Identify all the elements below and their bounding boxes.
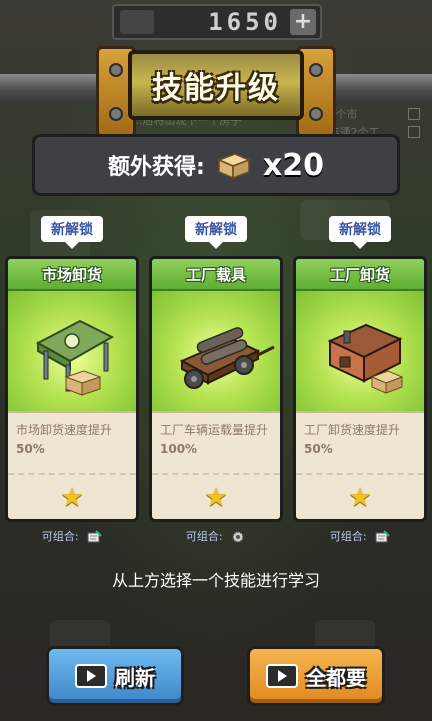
skill-desc-value: 100% xyxy=(160,442,198,456)
instruction-text: 从上方选择一个技能进行学习 xyxy=(111,571,320,590)
skill-card-star-row: ★ xyxy=(152,475,280,519)
skill-card-body[interactable]: 工厂载具 工厂车辆运载量提升 100% ★ xyxy=(149,256,283,522)
add-currency-button[interactable]: + xyxy=(290,9,316,35)
skill-card-body[interactable]: 市场卸货 市场卸货速度提升 50% ★ xyxy=(5,256,139,522)
video-ad-icon xyxy=(266,664,298,688)
gear-icon xyxy=(232,531,244,543)
counter-value: 1650 xyxy=(208,8,282,36)
skill-card-art xyxy=(152,291,280,413)
skill-card-art xyxy=(8,291,136,413)
skill-desc-value: 50% xyxy=(304,442,333,456)
screw-icon xyxy=(109,63,123,77)
document-pen-icon xyxy=(375,530,390,543)
combo-info: 可组合: xyxy=(293,528,427,544)
skill-card-header: 工厂卸货 xyxy=(296,259,424,291)
combo-label: 可组合: xyxy=(41,530,79,543)
new-unlock-tag: 新解锁 xyxy=(185,216,247,242)
bg-checkbox xyxy=(408,126,420,138)
refresh-button[interactable]: 刷新 xyxy=(46,646,184,706)
new-unlock-tag: 新解锁 xyxy=(41,216,103,242)
skill-card-header: 市场卸货 xyxy=(8,259,136,291)
skill-card-star-row: ★ xyxy=(8,475,136,519)
skill-card-title: 工厂卸货 xyxy=(329,265,390,284)
skill-desc-text: 工厂卸货速度提升 xyxy=(304,423,401,437)
page-title: 技能升级 xyxy=(152,71,280,106)
bg-checkbox xyxy=(408,108,420,120)
skill-card-art xyxy=(296,291,424,413)
star-icon: ★ xyxy=(204,483,228,513)
star-icon: ★ xyxy=(348,483,372,513)
skill-card-title: 市场卸货 xyxy=(41,265,102,284)
screw-icon xyxy=(309,107,323,121)
skill-card-description: 工厂车辆运载量提升 100% xyxy=(152,413,280,475)
combo-label: 可组合: xyxy=(185,530,223,543)
skill-card-header: 工厂载具 xyxy=(152,259,280,291)
star-icon: ★ xyxy=(60,483,84,513)
skill-desc-value: 50% xyxy=(16,442,45,456)
combo-label: 可组合: xyxy=(329,530,367,543)
combo-info: 可组合: xyxy=(149,528,283,544)
factory-house-icon xyxy=(327,323,404,394)
skill-card-star-row: ★ xyxy=(296,475,424,519)
take-all-button[interactable]: 全都要 xyxy=(247,646,385,706)
skill-card-description: 市场卸货速度提升 50% xyxy=(8,413,136,475)
extra-reward-label: 额外获得: xyxy=(108,155,205,180)
extra-reward-bar: 额外获得: x20 xyxy=(32,134,400,196)
screw-icon xyxy=(309,63,323,77)
skill-card-description: 工厂卸货速度提升 50% xyxy=(296,413,424,475)
counter-icon xyxy=(120,10,154,34)
cart-logs-icon xyxy=(179,327,275,389)
refresh-button-label: 刷新 xyxy=(115,665,155,690)
market-shed-icon xyxy=(35,319,115,396)
skill-desc-text: 市场卸货速度提升 xyxy=(16,423,113,437)
skill-card-title: 工厂载具 xyxy=(185,265,246,284)
take-all-button-label: 全都要 xyxy=(306,665,366,690)
video-ad-icon xyxy=(75,664,107,688)
screw-icon xyxy=(109,107,123,121)
title-banner: 技能升级 xyxy=(128,50,304,120)
skill-card-body[interactable]: 工厂卸货 工厂卸货速度提升 50% ★ xyxy=(293,256,427,522)
document-pen-icon xyxy=(87,530,102,543)
crate-icon xyxy=(216,153,251,180)
currency-counter: 1650 + xyxy=(112,4,322,40)
banner-pipe-left xyxy=(0,74,100,102)
new-unlock-tag: 新解锁 xyxy=(329,216,391,242)
banner-pipe-right xyxy=(332,74,432,102)
skill-desc-text: 工厂车辆运载量提升 xyxy=(160,423,269,437)
combo-info: 可组合: xyxy=(5,528,139,544)
extra-reward-multiplier: x20 xyxy=(262,147,324,183)
